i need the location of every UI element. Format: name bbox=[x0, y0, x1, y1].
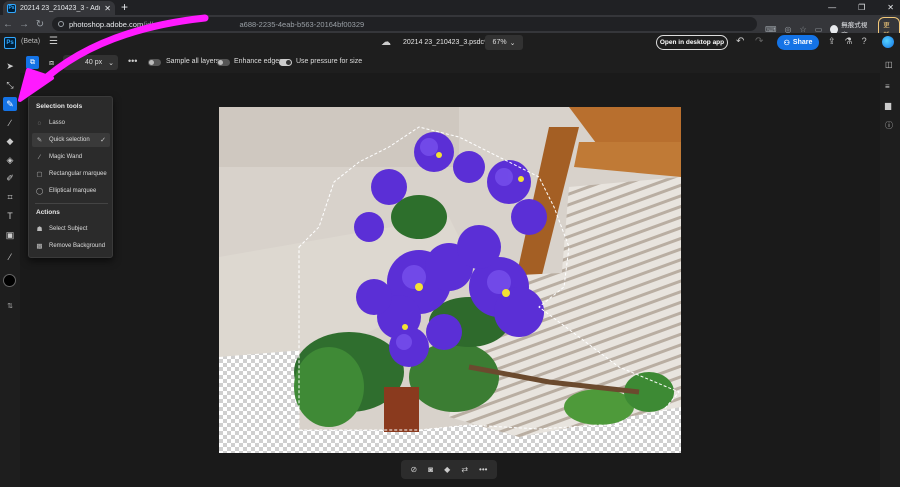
use-pressure-toggle[interactable] bbox=[279, 59, 292, 66]
flyout-heading-tools: Selection tools bbox=[36, 103, 83, 110]
reload-icon[interactable]: ↻ bbox=[32, 19, 48, 30]
document-name[interactable]: 20214 23_210423_3.psdc* bbox=[403, 39, 487, 46]
open-in-desktop-button[interactable]: Open in desktop app bbox=[656, 35, 728, 50]
rect-marquee-icon: ▢ bbox=[36, 171, 43, 178]
mask-icon[interactable]: ◙ bbox=[428, 465, 433, 474]
use-pressure-label: Use pressure for size bbox=[296, 58, 363, 65]
lock-icon bbox=[58, 21, 64, 27]
zoom-dropdown[interactable]: 67% ⌄ bbox=[485, 35, 523, 50]
layers-icon[interactable]: ◫ bbox=[885, 60, 893, 69]
chevron-down-icon: ⌄ bbox=[509, 39, 516, 47]
flyout-item-remove-background[interactable]: ▩ Remove Background bbox=[32, 239, 110, 253]
photoshop-logo[interactable]: Ps bbox=[4, 37, 16, 49]
quick-selection-icon: ✎ bbox=[36, 137, 43, 144]
quick-selection-tool-icon[interactable]: ✎ bbox=[3, 97, 17, 111]
flyout-item-select-subject[interactable]: ☗ Select Subject bbox=[32, 222, 110, 236]
magic-wand-icon: ⁄ bbox=[38, 153, 41, 161]
tab-title: 20214 23_210423_3 - Adobe Ph bbox=[20, 4, 100, 12]
move-tool-icon[interactable]: ➤ bbox=[3, 59, 17, 73]
share-label: Share bbox=[792, 39, 813, 46]
info-icon[interactable]: ⓘ bbox=[885, 120, 893, 131]
flyout-divider bbox=[35, 203, 108, 204]
flyout-item-magic-wand[interactable]: ⁄ Magic Wand bbox=[32, 150, 110, 164]
menu-icon[interactable]: ☰ bbox=[49, 36, 58, 47]
beta-label: (Beta) bbox=[21, 38, 41, 45]
document-canvas[interactable] bbox=[219, 107, 681, 453]
user-avatar[interactable] bbox=[882, 36, 894, 48]
share-button[interactable]: ⚇ Share bbox=[777, 35, 819, 50]
brush-tool-icon[interactable]: ∕ bbox=[3, 116, 17, 130]
sample-all-layers-toggle[interactable] bbox=[148, 59, 161, 66]
window-controls: — ❐ ✕ bbox=[828, 0, 894, 15]
remove-bg-icon: ▩ bbox=[36, 243, 43, 250]
browser-tab[interactable]: Ps 20214 23_210423_3 - Adobe Ph ✕ bbox=[3, 1, 115, 15]
forward-icon[interactable]: → bbox=[16, 19, 32, 30]
person-icon: ☗ bbox=[36, 226, 43, 233]
color-swatches[interactable] bbox=[3, 274, 17, 296]
url-text: photoshop.adobe.com/id/... a688-2235-4eab… bbox=[69, 19, 365, 29]
photoshop-favicon: Ps bbox=[7, 3, 16, 13]
user-plus-icon: ⚇ bbox=[783, 39, 790, 47]
eraser-tool-icon[interactable]: ◆ bbox=[3, 134, 17, 148]
restore-icon[interactable]: ❐ bbox=[858, 0, 865, 15]
zoom-value: 67% bbox=[492, 39, 507, 46]
new-tab-icon[interactable]: + bbox=[121, 0, 128, 15]
adjustments-icon[interactable]: ≡ bbox=[885, 82, 890, 91]
flyout-item-elliptical-marquee[interactable]: ◯ Elliptical marquee bbox=[32, 184, 110, 198]
flyout-heading-actions: Actions bbox=[36, 209, 60, 216]
enhance-edges-toggle[interactable] bbox=[217, 59, 230, 66]
lasso-icon: ◌ bbox=[37, 119, 42, 127]
crop-tool-icon[interactable]: ⌗ bbox=[3, 190, 17, 204]
browser-tab-bar: Ps 20214 23_210423_3 - Adobe Ph ✕ + — ❐ … bbox=[0, 0, 900, 15]
eyedropper-tool-icon[interactable]: ⁄ bbox=[3, 250, 17, 264]
help-icon[interactable]: ? bbox=[862, 36, 867, 47]
right-panel-bar bbox=[880, 53, 900, 487]
brush-size-value: 40 px bbox=[85, 59, 103, 66]
subtract-selection-icon[interactable]: ⧈ bbox=[45, 56, 58, 69]
sample-all-layers-label: Sample all layers bbox=[166, 58, 220, 65]
cloud-icon[interactable]: ☁ bbox=[381, 37, 391, 48]
type-tool-icon[interactable]: T bbox=[3, 209, 17, 223]
deselect-icon[interactable]: ⊘ bbox=[411, 465, 418, 474]
redo-icon[interactable]: ↷ bbox=[755, 36, 763, 47]
flyout-item-lasso[interactable]: ◌ Lasso bbox=[32, 116, 110, 130]
flower-photo bbox=[219, 107, 681, 437]
invert-icon[interactable]: ⇄ bbox=[461, 465, 468, 474]
flyout-item-quick-selection[interactable]: ✎ Quick selection ✓ bbox=[32, 133, 110, 147]
add-selection-icon[interactable]: ⧉ bbox=[26, 56, 39, 69]
app-header-icons: ⇪ ⚗ ? bbox=[828, 36, 867, 47]
back-icon[interactable]: ← bbox=[0, 19, 16, 30]
checkmark-icon: ✓ bbox=[100, 137, 106, 144]
canvas-bottom-toolbar: ⊘ ◙ ◆ ⇄ ••• bbox=[401, 460, 497, 479]
erase-icon[interactable]: ◆ bbox=[444, 465, 450, 474]
close-tab-icon[interactable]: ✕ bbox=[104, 4, 111, 13]
comments-icon[interactable]: ▆ bbox=[885, 101, 891, 110]
swap-colors-icon[interactable]: ⇅ bbox=[3, 302, 17, 310]
close-window-icon[interactable]: ✕ bbox=[887, 0, 894, 15]
left-toolbar: ➤ ⤡ ✎ ∕ ◆ ◈ ✐ ⌗ T ▣ ⁄ bbox=[0, 53, 20, 487]
more-options-icon[interactable]: ••• bbox=[128, 56, 137, 66]
foreground-color[interactable] bbox=[3, 274, 16, 287]
transform-tool-icon[interactable]: ⤡ bbox=[3, 78, 17, 92]
selection-tools-flyout: Selection tools ◌ Lasso ✎ Quick selectio… bbox=[28, 96, 113, 258]
ellipse-marquee-icon: ◯ bbox=[36, 188, 44, 195]
minimize-icon[interactable]: — bbox=[828, 0, 836, 15]
upload-icon[interactable]: ⇪ bbox=[828, 36, 836, 47]
image-tool-icon[interactable]: ▣ bbox=[3, 228, 17, 242]
flyout-item-rectangular-marquee[interactable]: ▢ Rectangular marquee bbox=[32, 167, 110, 181]
url-field[interactable]: photoshop.adobe.com/id/... a688-2235-4eab… bbox=[52, 17, 757, 31]
healing-tool-icon[interactable]: ✐ bbox=[3, 171, 17, 185]
brush-size-dropdown[interactable]: 40 px ⌄ bbox=[63, 55, 118, 70]
fill-tool-icon[interactable]: ◈ bbox=[3, 153, 17, 167]
chevron-down-icon: ⌄ bbox=[108, 59, 114, 67]
more-icon[interactable]: ••• bbox=[479, 465, 487, 474]
beaker-icon[interactable]: ⚗ bbox=[845, 36, 853, 47]
enhance-edges-label: Enhance edges bbox=[234, 58, 283, 65]
undo-icon[interactable]: ↶ bbox=[736, 36, 744, 47]
